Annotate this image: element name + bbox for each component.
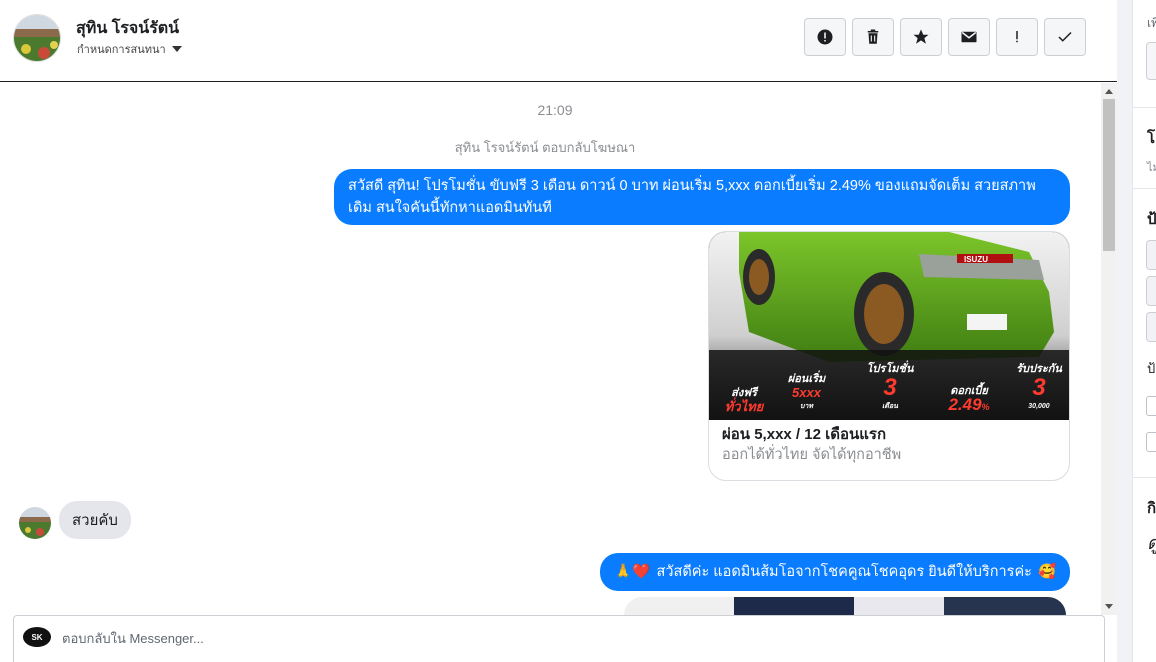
panel-divider xyxy=(1133,107,1156,108)
message-thread[interactable]: 21:09 สุทิน โรจน์รัตน์ ตอบกลับโฆษณา สวัส… xyxy=(0,83,1117,615)
message-text: สวัสดีค่ะ แอดมินส้มโอจากโชคคูณโชคอุดร ยิ… xyxy=(656,564,1032,580)
delete-button[interactable] xyxy=(852,18,894,56)
panel-section-label: ป้า xyxy=(1147,361,1156,376)
outgoing-message[interactable]: สวัสดี สุทิน! โปรโมชั่น ขับฟรี 3 เดือน ด… xyxy=(334,169,1070,225)
assign-conversation-dropdown[interactable]: กำหนดการสนทนา xyxy=(77,40,182,58)
conversation-toolbar xyxy=(804,18,1086,56)
panel-field[interactable] xyxy=(1146,312,1156,342)
next-media-preview[interactable] xyxy=(624,597,1066,615)
panel-checkbox[interactable] xyxy=(1146,396,1156,416)
contact-name[interactable]: สุทิน โรจน์รัตน์ xyxy=(76,16,179,41)
follow-up-button[interactable] xyxy=(996,18,1038,56)
panel-note-text: ดู xyxy=(1147,528,1156,557)
ad-card-subtitle: ออกได้ทั่วไทย จัดได้ทุกอาชีพ xyxy=(722,447,902,463)
panel-section-title: ป้ xyxy=(1147,211,1156,228)
star-icon xyxy=(913,29,929,44)
panel-section-sub: ไม xyxy=(1147,162,1156,174)
trash-icon xyxy=(867,29,879,44)
panel-input[interactable] xyxy=(1146,42,1156,80)
panel-section-title: กิ xyxy=(1147,500,1156,517)
panel-field[interactable] xyxy=(1146,240,1156,270)
scroll-up-arrow-icon[interactable] xyxy=(1105,89,1113,94)
page-logo-icon: SK xyxy=(23,627,51,647)
reply-composer[interactable]: SK xyxy=(13,615,1105,662)
conversation-header: สุทิน โรจน์รัตน์ กำหนดการสนทนา xyxy=(0,0,1117,82)
exclamation-icon xyxy=(1016,31,1018,43)
scroll-down-arrow-icon[interactable] xyxy=(1105,604,1113,609)
emoji-prefix: 🙏❤️ xyxy=(614,564,651,580)
system-notice: สุทิน โรจน์รัตน์ ตอบกลับโฆษณา xyxy=(454,140,636,155)
caret-down-icon xyxy=(171,46,182,52)
scroll-thumb[interactable] xyxy=(1103,99,1115,251)
ad-card[interactable]: ส่งฟรี ทั่วไทย ผ่อนเริ่ม 5xxx บาท โปรโมช… xyxy=(708,231,1070,481)
panel-label: เพิ่ xyxy=(1147,16,1156,30)
thread-scrollbar[interactable] xyxy=(1101,83,1117,615)
panel-field[interactable] xyxy=(1146,276,1156,306)
reply-input[interactable] xyxy=(62,626,962,650)
panel-divider xyxy=(1133,477,1156,478)
brand-logo: ISUZU xyxy=(964,255,988,264)
panel-gutter xyxy=(1117,0,1132,662)
assign-label: กำหนดการสนทนา xyxy=(77,44,166,56)
checkmark-icon xyxy=(1058,31,1072,42)
alert-circle-icon xyxy=(817,29,833,45)
mark-unread-button[interactable] xyxy=(948,18,990,56)
contact-details-panel: เพิ่ โ ไม ป้ ป้า กิ ดู xyxy=(1132,0,1156,662)
mark-spam-button[interactable] xyxy=(804,18,846,56)
panel-section-title: โ xyxy=(1147,130,1156,147)
panel-checkbox[interactable] xyxy=(1146,432,1156,452)
ad-card-image: ส่งฟรี ทั่วไทย ผ่อนเริ่ม 5xxx บาท โปรโมช… xyxy=(709,232,1069,420)
message-timestamp: 21:09 xyxy=(537,102,573,118)
outgoing-message-2[interactable]: 🙏❤️ สวัสดีค่ะ แอดมินส้มโอจากโชคคูณโชคอุด… xyxy=(600,553,1070,591)
messenger-inbox: สุทิน โรจน์รัตน์ กำหนดการสนทนา 21:09 สุท… xyxy=(0,0,1156,662)
incoming-message[interactable]: สวยคับ xyxy=(59,501,131,539)
contact-avatar[interactable] xyxy=(13,14,61,62)
envelope-icon xyxy=(961,31,977,43)
contact-avatar-small[interactable] xyxy=(19,507,51,539)
panel-divider xyxy=(1133,188,1156,189)
star-button[interactable] xyxy=(900,18,942,56)
emoji-suffix: 🥰 xyxy=(1037,564,1056,580)
mark-done-button[interactable] xyxy=(1044,18,1086,56)
